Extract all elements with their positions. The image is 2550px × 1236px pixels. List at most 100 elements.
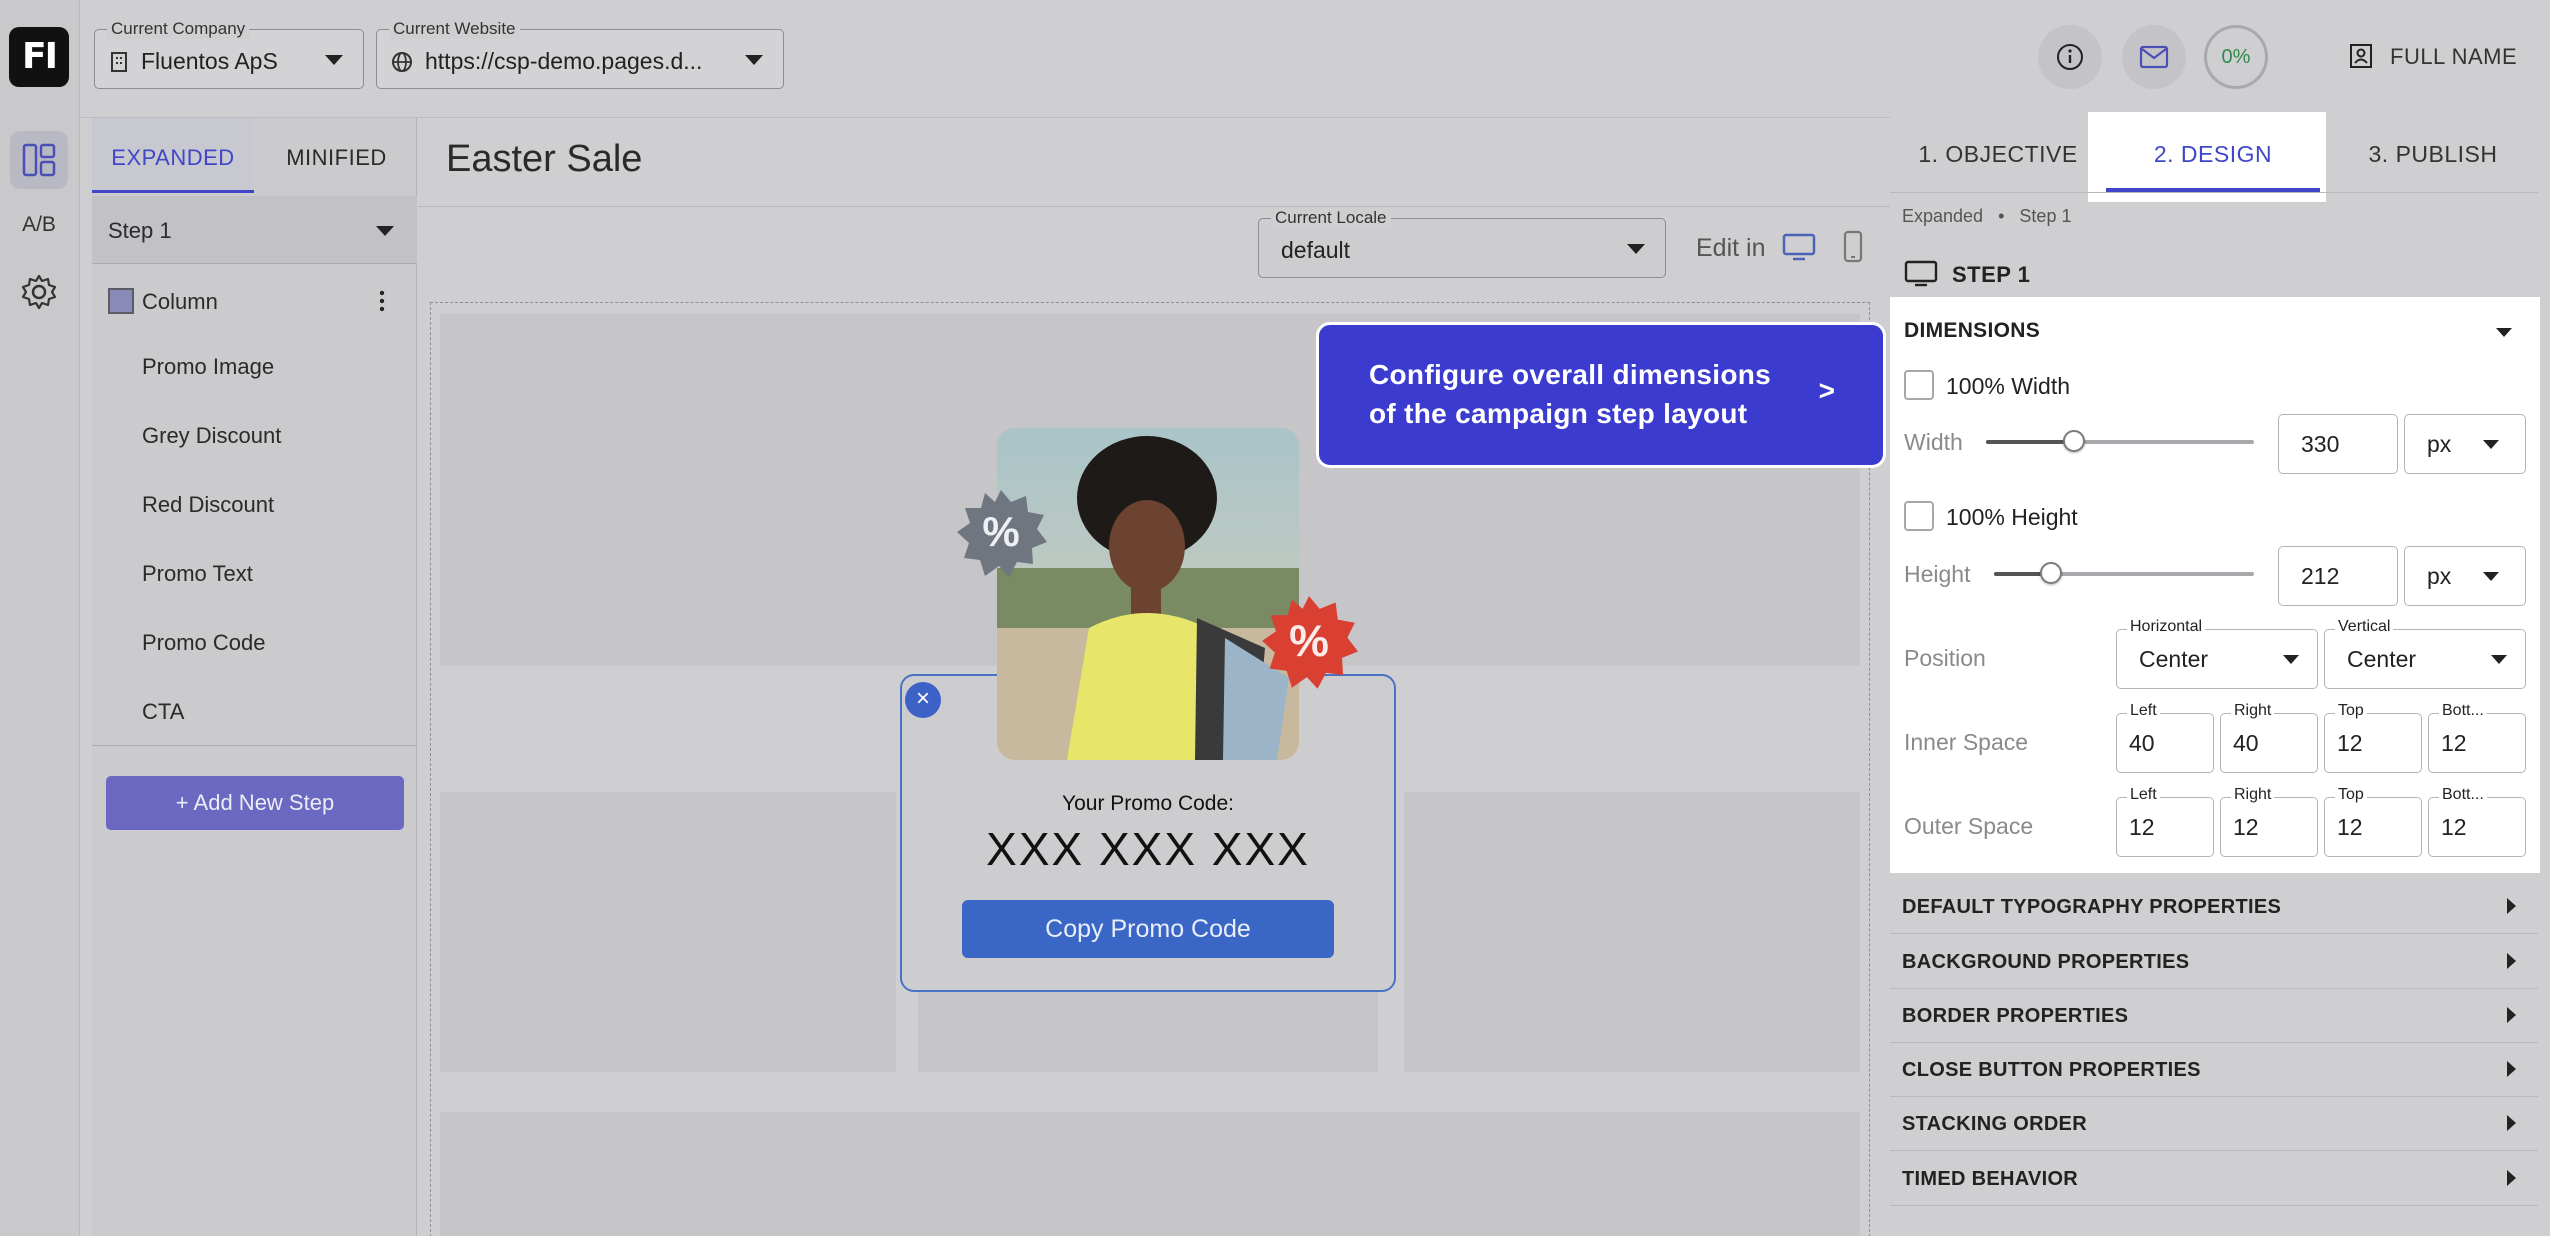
breadcrumb-item[interactable]: Step 1 bbox=[2019, 206, 2071, 226]
website-select[interactable]: Current Website https://csp-demo.pages.d… bbox=[376, 19, 784, 89]
horizontal-position-select[interactable]: Horizontal Center bbox=[2116, 618, 2318, 689]
tab-publish[interactable]: 3. PUBLISH bbox=[2326, 112, 2540, 192]
layout-block[interactable] bbox=[440, 792, 896, 1072]
locale-select-legend: Current Locale bbox=[1271, 208, 1391, 228]
grey-discount-badge[interactable]: % bbox=[955, 488, 1047, 580]
mobile-icon[interactable] bbox=[1842, 230, 1864, 264]
inner-top-input[interactable]: Top 12 bbox=[2324, 702, 2422, 773]
inner-left-value: 40 bbox=[2129, 730, 2155, 756]
width-label: Width bbox=[1904, 429, 1963, 455]
inner-right-input[interactable]: Right 40 bbox=[2220, 702, 2318, 773]
inner-right-value: 40 bbox=[2233, 730, 2259, 756]
promo-code-label[interactable]: Your Promo Code: bbox=[900, 792, 1396, 816]
outer-top-value: 12 bbox=[2337, 814, 2363, 840]
space-legend: Right bbox=[2231, 702, 2275, 720]
divider bbox=[92, 745, 417, 746]
promo-image[interactable] bbox=[997, 428, 1299, 760]
height-input[interactable]: 212 bbox=[2278, 546, 2398, 606]
ab-testing-nav-button[interactable]: A/B bbox=[10, 196, 68, 254]
section-default-typography[interactable]: DEFAULT TYPOGRAPHY PROPERTIES bbox=[1890, 880, 2538, 934]
section-title: BACKGROUND PROPERTIES bbox=[1902, 951, 2190, 973]
red-discount-badge[interactable]: % bbox=[1260, 594, 1358, 692]
tree-item-promo-code[interactable]: Promo Code bbox=[142, 630, 402, 656]
dimensions-header[interactable]: DIMENSIONS bbox=[1890, 297, 2540, 363]
close-icon[interactable]: × bbox=[905, 682, 941, 718]
inner-left-input[interactable]: Left 40 bbox=[2116, 702, 2214, 773]
space-legend: Top bbox=[2335, 702, 2367, 720]
messages-button[interactable] bbox=[2122, 25, 2186, 89]
website-select-legend: Current Website bbox=[389, 19, 520, 39]
section-title: BORDER PROPERTIES bbox=[1902, 1005, 2129, 1027]
locale-select-value: default bbox=[1281, 237, 1351, 263]
width-value: 330 bbox=[2301, 431, 2340, 457]
section-background[interactable]: BACKGROUND PROPERTIES bbox=[1890, 935, 2538, 989]
progress-label: 0% bbox=[2221, 45, 2251, 68]
tree-item-red-discount[interactable]: Red Discount bbox=[142, 492, 402, 518]
tooltip-text: Configure overall dimensions of the camp… bbox=[1369, 359, 1772, 429]
layout-block[interactable] bbox=[440, 1112, 1860, 1236]
width-slider-handle[interactable] bbox=[2063, 430, 2085, 452]
inner-bottom-input[interactable]: Bott... 12 bbox=[2428, 702, 2526, 773]
company-select[interactable]: Current Company Fluentos ApS bbox=[94, 19, 364, 89]
breadcrumb-item[interactable]: Expanded bbox=[1902, 206, 1983, 226]
full-height-checkbox[interactable] bbox=[1904, 501, 1934, 531]
height-slider-handle[interactable] bbox=[2040, 562, 2062, 584]
promo-code-value[interactable]: XXX XXX XXX bbox=[900, 822, 1396, 876]
tree-item-column[interactable]: Column bbox=[92, 266, 417, 332]
tab-minified[interactable]: MINIFIED bbox=[256, 118, 417, 193]
campaigns-nav-button[interactable] bbox=[10, 131, 68, 189]
chevron-right-icon bbox=[2507, 1061, 2516, 1077]
space-legend: Right bbox=[2231, 786, 2275, 804]
step-select[interactable]: Step 1 bbox=[92, 196, 417, 264]
divider bbox=[418, 206, 1890, 207]
space-legend: Left bbox=[2127, 786, 2160, 804]
full-width-checkbox[interactable] bbox=[1904, 370, 1934, 400]
info-icon bbox=[2057, 44, 2083, 70]
height-unit-select[interactable]: px bbox=[2404, 546, 2526, 606]
structure-panel: EXPANDED MINIFIED Step 1 Column Promo Im… bbox=[92, 118, 417, 1236]
tab-objective[interactable]: 1. OBJECTIVE bbox=[1890, 112, 2106, 192]
copy-promo-code-button[interactable]: Copy Promo Code bbox=[962, 900, 1334, 958]
tab-design[interactable]: 2. DESIGN bbox=[2106, 116, 2320, 192]
inner-bottom-value: 12 bbox=[2441, 730, 2467, 756]
vertical-legend: Vertical bbox=[2335, 618, 2394, 636]
outer-right-input[interactable]: Right 12 bbox=[2220, 786, 2318, 857]
tab-expanded[interactable]: EXPANDED bbox=[92, 118, 254, 193]
height-unit: px bbox=[2427, 563, 2452, 589]
tree-item-promo-image[interactable]: Promo Image bbox=[142, 354, 402, 380]
app-logo[interactable]: FI bbox=[9, 27, 69, 87]
section-title: CLOSE BUTTON PROPERTIES bbox=[1902, 1059, 2201, 1081]
more-vertical-icon[interactable] bbox=[378, 290, 386, 312]
section-stacking-order[interactable]: STACKING ORDER bbox=[1890, 1097, 2538, 1151]
info-button[interactable] bbox=[2038, 25, 2102, 89]
add-new-step-button[interactable]: + Add New Step bbox=[106, 776, 404, 830]
full-width-label: 100% Width bbox=[1946, 373, 2071, 399]
outer-bottom-value: 12 bbox=[2441, 814, 2467, 840]
inner-top-value: 12 bbox=[2337, 730, 2363, 756]
vertical-position-select[interactable]: Vertical Center bbox=[2324, 618, 2526, 689]
tooltip-next-button[interactable]: > bbox=[1819, 375, 1835, 407]
width-unit-select[interactable]: px bbox=[2404, 414, 2526, 474]
section-close-button[interactable]: CLOSE BUTTON PROPERTIES bbox=[1890, 1043, 2538, 1097]
desktop-icon[interactable] bbox=[1782, 232, 1816, 262]
space-legend: Bott... bbox=[2439, 786, 2487, 804]
outer-bottom-input[interactable]: Bott... 12 bbox=[2428, 786, 2526, 857]
outer-top-input[interactable]: Top 12 bbox=[2324, 786, 2422, 857]
tree-item-grey-discount[interactable]: Grey Discount bbox=[142, 423, 402, 449]
user-profile-icon[interactable] bbox=[2348, 42, 2376, 70]
layout-block[interactable] bbox=[1404, 792, 1860, 1072]
red-badge-text: % bbox=[1289, 617, 1329, 666]
locale-select[interactable]: Current Locale default bbox=[1258, 208, 1666, 278]
user-name[interactable]: FULL NAME bbox=[2390, 44, 2517, 70]
section-timed-behavior[interactable]: TIMED BEHAVIOR bbox=[1890, 1152, 2538, 1206]
edit-in-label: Edit in bbox=[1696, 234, 1766, 262]
section-border[interactable]: BORDER PROPERTIES bbox=[1890, 989, 2538, 1043]
tree-item-cta[interactable]: CTA bbox=[142, 699, 402, 725]
tree-item-promo-text[interactable]: Promo Text bbox=[142, 561, 402, 587]
outer-left-input[interactable]: Left 12 bbox=[2116, 786, 2214, 857]
column-swatch bbox=[108, 288, 134, 314]
space-legend: Left bbox=[2127, 702, 2160, 720]
settings-nav-button[interactable] bbox=[10, 263, 68, 321]
onboarding-tooltip[interactable]: Configure overall dimensions of the camp… bbox=[1316, 322, 1886, 468]
width-input[interactable]: 330 bbox=[2278, 414, 2398, 474]
